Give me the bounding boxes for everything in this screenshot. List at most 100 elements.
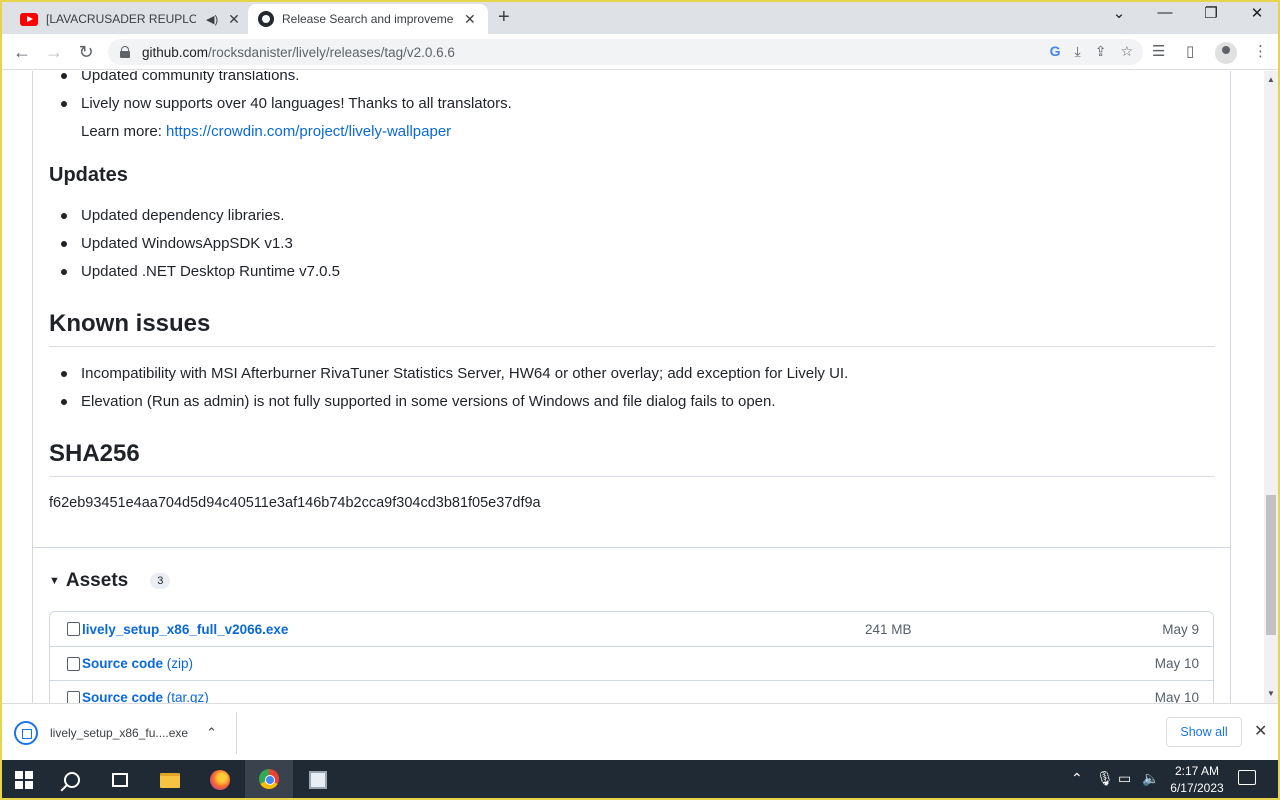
scroll-thumb[interactable]	[1266, 495, 1276, 635]
file-zip-icon	[67, 690, 80, 703]
known-issues-heading: Known issues	[49, 310, 1215, 347]
clock-date: 6/17/2023	[1170, 781, 1224, 795]
installer-file-icon	[14, 721, 38, 745]
list-item: Updated community translations.	[49, 71, 1215, 90]
search-icon	[64, 772, 80, 788]
chevron-up-icon[interactable]: ⌃	[1071, 770, 1083, 787]
asset-date: May 9	[1162, 621, 1199, 637]
start-button[interactable]	[0, 760, 48, 800]
assets-toggle[interactable]: ▼ Assets 3	[49, 570, 171, 592]
chrome-button[interactable]	[245, 760, 293, 800]
known-issues-list: Incompatibility with MSI Afterburner Riv…	[49, 360, 1215, 416]
new-tab-button[interactable]: +	[498, 6, 510, 29]
windows-logo-icon	[15, 771, 33, 789]
asset-row: Source code (zip) May 10	[50, 646, 1213, 680]
reload-button[interactable]: ↻	[74, 40, 98, 64]
list-item: Updated .NET Desktop Runtime v7.0.5	[49, 258, 1215, 286]
share-icon[interactable]: ⇪	[1095, 43, 1107, 60]
back-button[interactable]: ←	[10, 40, 34, 64]
install-icon[interactable]: ⤓	[1075, 43, 1081, 60]
url-text[interactable]: github.com/rocksdanister/lively/releases…	[142, 45, 455, 60]
package-icon	[67, 622, 80, 636]
assets-heading: Assets	[65, 570, 129, 591]
tab-strip: [LAVACRUSADER REUPLOAD ◀) ✕ Release Sear…	[0, 0, 1280, 34]
bookmark-star-icon[interactable]: ☆	[1120, 43, 1133, 60]
page-scrollbar[interactable]: ▲ ▼	[1264, 71, 1278, 703]
updates-list: Updated dependency libraries. Updated Wi…	[49, 202, 1215, 286]
file-explorer-button[interactable]	[146, 760, 194, 800]
minimize-button[interactable]: —	[1145, 4, 1185, 21]
address-bar[interactable]: github.com/rocksdanister/lively/releases…	[108, 39, 1143, 65]
tab-title: Release Search and improvement	[282, 12, 454, 26]
scroll-up-icon[interactable]: ▲	[1267, 75, 1275, 84]
list-item: Lively now supports over 40 languages! T…	[49, 90, 1215, 146]
tab-youtube[interactable]: [LAVACRUSADER REUPLOAD ◀) ✕	[10, 4, 246, 34]
caret-down-icon: ▼	[49, 575, 60, 587]
microphone-icon[interactable]: 🎙	[1096, 770, 1114, 787]
firefox-icon	[210, 770, 230, 790]
search-button[interactable]	[48, 760, 96, 800]
tab-github[interactable]: Release Search and improvement ✕	[248, 4, 488, 34]
asset-size: 241 MB	[865, 621, 912, 637]
list-item: Updated dependency libraries.	[49, 202, 1215, 230]
close-window-button[interactable]: ✕	[1237, 4, 1277, 22]
asset-row: Source code (tar.gz) May 10	[50, 680, 1213, 703]
menu-icon[interactable]: ⋮	[1253, 42, 1268, 60]
restore-button[interactable]: ❐	[1191, 4, 1231, 22]
asset-date: May 10	[1154, 656, 1199, 671]
side-panel-icon[interactable]: ▯	[1186, 42, 1194, 60]
asset-link[interactable]: Source code (zip)	[82, 656, 193, 671]
profile-avatar[interactable]	[1215, 42, 1237, 64]
show-all-button[interactable]: Show all	[1166, 717, 1242, 747]
release-notes-list: Updated community translations. Lively n…	[49, 71, 1215, 146]
lock-icon[interactable]	[120, 46, 130, 58]
updates-heading: Updates	[49, 164, 128, 186]
close-tab-icon[interactable]: ✕	[228, 11, 240, 28]
speaker-icon[interactable]: ◀)	[206, 13, 218, 26]
close-tab-icon[interactable]: ✕	[464, 11, 476, 28]
tab-title: [LAVACRUSADER REUPLOAD	[46, 12, 196, 26]
chrome-icon	[259, 769, 279, 789]
task-view-button[interactable]	[96, 760, 144, 800]
task-view-icon	[112, 773, 128, 787]
asset-row: lively_setup_x86_full_v2066.exe 241 MB M…	[50, 612, 1213, 646]
scroll-down-icon[interactable]: ▼	[1267, 689, 1275, 698]
browser-toolbar: ← → ↻ github.com/rocksdanister/lively/re…	[0, 34, 1280, 70]
download-item[interactable]: lively_setup_x86_fu....exe ⌃	[14, 718, 217, 748]
system-clock[interactable]: 2:17 AM 6/17/2023	[1162, 763, 1232, 797]
sha256-heading: SHA256	[49, 440, 1215, 477]
taskbar: ⌃ 🎙 ▭ 🔈 2:17 AM 6/17/2023	[0, 760, 1280, 800]
chevron-up-icon[interactable]: ⌃	[206, 725, 217, 741]
page-content: Updated community translations. Lively n…	[2, 71, 1264, 703]
forward-button[interactable]: →	[42, 40, 66, 64]
close-shelf-icon[interactable]: ✕	[1254, 721, 1267, 741]
download-filename: lively_setup_x86_fu....exe	[50, 726, 189, 740]
reading-list-icon[interactable]: ☰	[1152, 42, 1165, 60]
download-shelf: lively_setup_x86_fu....exe ⌃ Show all ✕	[0, 703, 1280, 760]
youtube-icon	[20, 12, 38, 26]
assets-count-badge: 3	[150, 573, 171, 589]
file-zip-icon	[67, 656, 80, 671]
cube-app-icon	[309, 771, 327, 789]
sha256-value: f62eb93451e4aa704d5d94c40511e3af146b74b2…	[49, 495, 541, 511]
notification-icon[interactable]	[1238, 770, 1256, 785]
list-item: Elevation (Run as admin) is not fully su…	[49, 388, 1215, 416]
list-item: Updated WindowsAppSDK v1.3	[49, 230, 1215, 258]
assets-table: lively_setup_x86_full_v2066.exe 241 MB M…	[49, 611, 1214, 703]
asset-date: May 10	[1154, 690, 1199, 703]
divider	[236, 712, 237, 754]
crowdin-link[interactable]: https://crowdin.com/project/lively-wallp…	[166, 123, 451, 140]
list-item: Incompatibility with MSI Afterburner Riv…	[49, 360, 1215, 388]
folder-icon	[160, 772, 180, 788]
github-icon	[258, 11, 274, 27]
clock-time: 2:17 AM	[1174, 764, 1220, 778]
asset-link[interactable]: Source code (tar.gz)	[82, 690, 209, 703]
tab-search-icon[interactable]: ⌄	[1099, 4, 1139, 22]
firefox-button[interactable]	[196, 760, 244, 800]
network-icon[interactable]: ▭	[1118, 770, 1131, 787]
asset-link[interactable]: lively_setup_x86_full_v2066.exe	[82, 622, 288, 637]
google-lens-icon[interactable]: G	[1050, 43, 1061, 60]
app-button[interactable]	[294, 760, 342, 800]
volume-icon[interactable]: 🔈	[1142, 770, 1159, 787]
divider	[32, 547, 1231, 548]
